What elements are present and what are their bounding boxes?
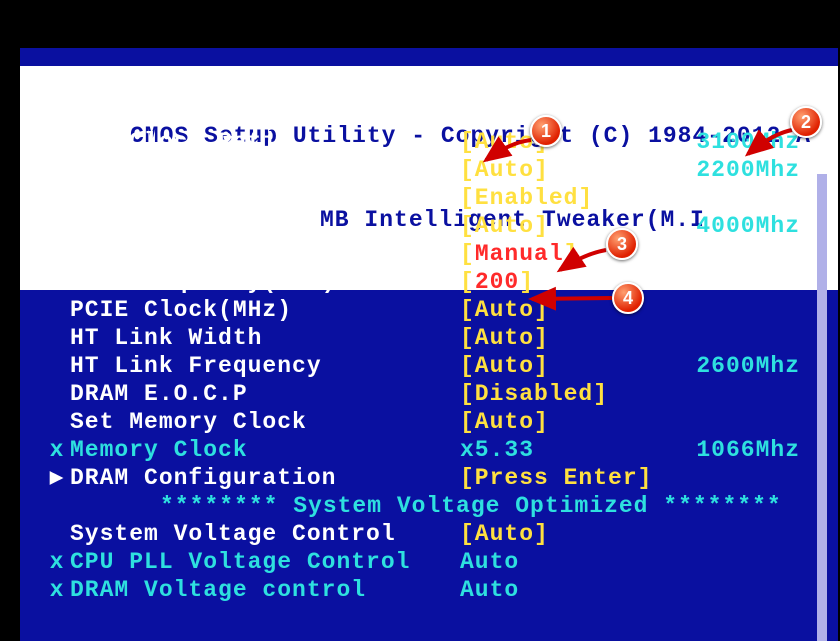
label: CPU PLL Voltage Control <box>70 548 460 576</box>
row-cpu-frequency[interactable]: CPU Frequency(MHz) [200] <box>20 268 838 296</box>
row-ht-link-width[interactable]: HT Link Width [Auto] <box>20 324 838 352</box>
value: x5.33 <box>460 436 650 464</box>
label: CPB Ratio <box>70 212 460 240</box>
scroll-track[interactable] <box>817 174 827 641</box>
annotation-arrow-3 <box>554 244 612 278</box>
readout: 2600Mhz <box>650 352 800 380</box>
value[interactable]: [Auto] <box>460 324 650 352</box>
label: DRAM Configuration <box>70 464 460 492</box>
label: CPU Frequency(MHz) <box>70 268 460 296</box>
row-ht-link-frequency[interactable]: HT Link Frequency [Auto] 2600Mhz <box>20 352 838 380</box>
label: HT Link Frequency <box>70 352 460 380</box>
label: PCIE Clock(MHz) <box>70 296 460 324</box>
label: CPU NorthBridge Freq. <box>70 156 460 184</box>
row-pcie-clock[interactable]: PCIE Clock(MHz) [Auto] <box>20 296 838 324</box>
disabled-x-icon: x <box>44 436 70 464</box>
readout: 1066Mhz <box>650 436 800 464</box>
label: HT Link Width <box>70 324 460 352</box>
row-cpb-ratio[interactable]: CPB Ratio [Auto] 4000Mhz <box>20 212 838 240</box>
label: System Voltage Control <box>70 520 460 548</box>
value[interactable]: [Auto] <box>460 520 650 548</box>
voltage-banner: ******** System Voltage Optimized ******… <box>20 492 838 520</box>
row-cpu-host-clock-control[interactable]: CPU Host Clock Control [Manual] <box>20 240 838 268</box>
label: DRAM Voltage control <box>70 576 460 604</box>
scrollbar[interactable] <box>812 158 832 641</box>
annotation-arrow-4 <box>526 290 616 310</box>
row-dram-voltage: x DRAM Voltage control Auto <box>20 576 838 604</box>
row-core-perf-boost[interactable]: Core Performance Boost [Enabled] <box>20 184 838 212</box>
row-set-memory-clock[interactable]: Set Memory Clock [Auto] <box>20 408 838 436</box>
readout: 4000Mhz <box>650 212 800 240</box>
value[interactable]: [Disabled] <box>460 380 650 408</box>
row-cpu-northbridge[interactable]: CPU NorthBridge Freq. [Auto] 2200Mhz <box>20 156 838 184</box>
row-cpu-pll-voltage: x CPU PLL Voltage Control Auto <box>20 548 838 576</box>
value[interactable]: [Auto] <box>460 352 650 380</box>
scroll-up-arrow-icon[interactable] <box>812 158 832 170</box>
row-system-voltage-control[interactable]: System Voltage Control [Auto] <box>20 520 838 548</box>
label: CPU Clock Ratio <box>70 128 460 156</box>
row-memory-clock: x Memory Clock x5.33 1066Mhz <box>20 436 838 464</box>
disabled-x-icon: x <box>44 576 70 604</box>
value[interactable]: [Enabled] <box>460 184 650 212</box>
row-cpu-clock-ratio[interactable]: CPU Clock Ratio [Auto] 3100Mhz <box>20 128 838 156</box>
submenu-arrow-icon: ▶ <box>44 464 70 492</box>
label: Set Memory Clock <box>70 408 460 436</box>
bios-screen: CMOS Setup Utility - Copyright (C) 1984-… <box>20 48 838 641</box>
value[interactable]: [Auto] <box>460 212 650 240</box>
label: Memory Clock <box>70 436 460 464</box>
row-dram-configuration[interactable]: ▶ DRAM Configuration [Press Enter] <box>20 464 838 492</box>
settings-body: CPU Clock Ratio [Auto] 3100Mhz CPU North… <box>20 128 838 604</box>
label: DRAM E.O.C.P <box>70 380 460 408</box>
annotation-arrow-1 <box>476 130 536 170</box>
value[interactable]: [Press Enter] <box>460 464 650 492</box>
disabled-x-icon: x <box>44 548 70 576</box>
row-dram-eocp[interactable]: DRAM E.O.C.P [Disabled] <box>20 380 838 408</box>
value[interactable]: [Auto] <box>460 408 650 436</box>
value: Auto <box>460 576 650 604</box>
label: Core Performance Boost <box>70 184 460 212</box>
value: Auto <box>460 548 650 576</box>
annotation-arrow-2 <box>740 124 800 164</box>
label: CPU Host Clock Control <box>70 240 460 268</box>
